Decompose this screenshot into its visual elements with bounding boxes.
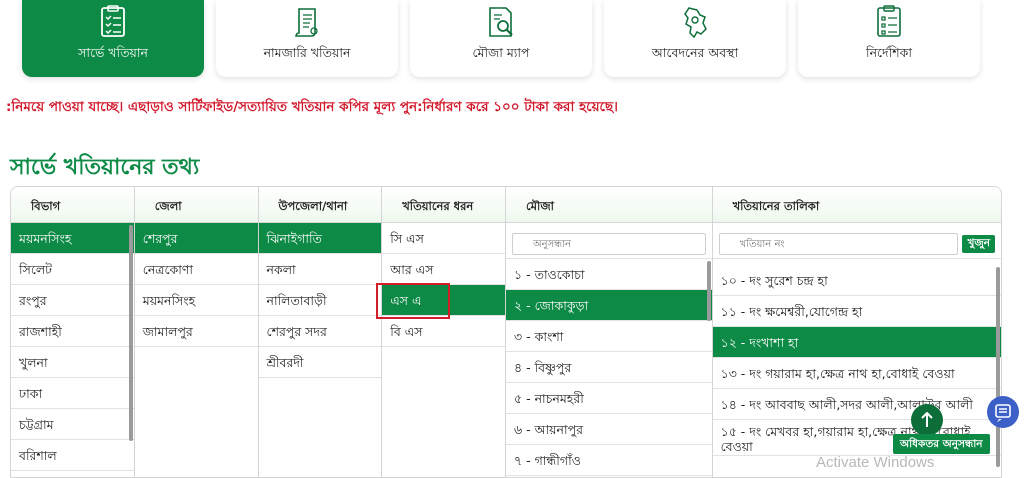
mouza-item[interactable]: ৭ - গান্ধীগাঁও: [506, 445, 712, 476]
khatian-list-header: খতিয়ানের তালিকা: [712, 187, 1001, 223]
mouza-item[interactable]: ৩ - কাংশা: [506, 321, 712, 352]
khatian-item[interactable]: ১৪ - দং আববাছ আলী,সদর আলী,আলাউর আলী: [712, 389, 1001, 420]
division-item[interactable]: রংপুর: [11, 285, 134, 316]
mouza-list[interactable]: ১ - তাওকোচা ২ - জোকাকুড়া ৩ - কাংশা ৪ - …: [506, 259, 712, 477]
mouza-search-bar: [506, 223, 712, 259]
survey-record-icon: [101, 5, 125, 37]
khatian-search-button[interactable]: খুজুন: [962, 235, 995, 253]
khatian-type-item[interactable]: এস এ: [382, 285, 505, 316]
mouza-header: মৌজা: [506, 187, 712, 223]
mouza-scrollbar[interactable]: [706, 261, 711, 321]
division-list[interactable]: ময়মনসিংহ সিলেট রংপুর রাজশাহী খুলনা ঢাকা…: [11, 223, 134, 477]
khatian-type-item[interactable]: আর এস: [382, 254, 505, 285]
mouza-item[interactable]: ২ - জোকাকুড়া: [506, 290, 712, 321]
upazila-list[interactable]: ঝিনাইগাতি নকলা নালিতাবাড়ী শেরপুর সদর শ্…: [258, 223, 382, 477]
division-item[interactable]: সিলেট: [11, 254, 134, 285]
scroll-document-icon: [295, 8, 318, 37]
mouza-item[interactable]: ৬ - আয়নাপুর: [506, 414, 712, 445]
khatian-item[interactable]: ১৩ - দং গয়ারাম হা,ক্ষেত্র নাথ হা,বোধাই …: [712, 358, 1001, 389]
advanced-search-button[interactable]: অধিকতর অনুসন্ধান: [893, 434, 990, 454]
khatian-scrollbar[interactable]: [996, 267, 1000, 467]
mouza-search-input[interactable]: [512, 233, 706, 255]
region-map-icon: [684, 7, 707, 39]
checklist-icon: [877, 5, 901, 37]
chat-button[interactable]: [987, 396, 1019, 428]
map-search-icon: [489, 7, 513, 37]
tile-label: মৌজা ম্যাপ: [472, 45, 530, 60]
division-column: বিভাগ ময়মনসিংহ সিলেট রংপুর রাজশাহী খুলন…: [11, 187, 135, 477]
upazila-item[interactable]: শ্রীবরদী: [258, 347, 382, 378]
khatian-search-field: [718, 233, 959, 255]
khatian-number-input[interactable]: [718, 233, 959, 255]
khatian-type-column: খতিয়ানের ধরন সি এস আর এস এস এ বি এস: [382, 187, 506, 477]
division-item[interactable]: বরিশাল: [11, 440, 134, 471]
khatian-search-bar: খুজুন: [712, 223, 1001, 259]
tile-label: নির্দেশিকা: [866, 45, 912, 60]
division-item[interactable]: ঢাকা: [11, 378, 134, 409]
khatian-item[interactable]: ১০ - দং সুরেশ চন্দ্র হা: [712, 265, 1001, 296]
division-item[interactable]: চট্টগ্রাম: [11, 409, 134, 440]
upazila-item[interactable]: ঝিনাইগাতি: [258, 223, 382, 254]
khatian-type-list[interactable]: সি এস আর এস এস এ বি এস: [382, 223, 505, 477]
tile-survey-khatian[interactable]: সার্ভে খতিয়ান: [22, 0, 204, 77]
division-scrollbar[interactable]: [128, 225, 133, 441]
district-column: জেলা শেরপুর নেত্রকোণা ময়মনসিংহ জামালপুর: [134, 187, 259, 477]
district-item[interactable]: নেত্রকোণা: [134, 254, 258, 285]
division-item[interactable]: ময়মনসিংহ: [11, 223, 134, 254]
tile-label: নামজারি খতিয়ান: [263, 45, 351, 60]
tile-namjari-khatian[interactable]: নামজারি খতিয়ান: [216, 0, 398, 77]
mouza-column: মৌজা ১ - তাওকোচা ২ - জোকাকুড়া ৩ - কাংশা…: [506, 187, 713, 477]
arrow-up-icon: [921, 411, 933, 427]
tile-label: সার্ভে খতিয়ান: [78, 45, 148, 60]
division-header: বিভাগ: [11, 187, 134, 223]
mouza-search-field: [512, 233, 706, 255]
district-item[interactable]: জামালপুর: [134, 316, 258, 347]
district-list[interactable]: শেরপুর নেত্রকোণা ময়মনসিংহ জামালপুর: [134, 223, 258, 477]
service-tiles: সার্ভে খতিয়ান নামজারি খতিয়ান মৌজা ম্যা…: [22, 0, 980, 77]
district-item[interactable]: ময়মনসিংহ: [134, 285, 258, 316]
mouza-item[interactable]: ১ - তাওকোচা: [506, 259, 712, 290]
khatian-item[interactable]: ১১ - দং ক্ষমেশ্বরী,যোগেন্দ্র হা: [712, 296, 1001, 327]
division-item[interactable]: রাজশাহী: [11, 316, 134, 347]
activate-windows-watermark: Activate Windows: [816, 454, 935, 471]
tile-mouza-map[interactable]: মৌজা ম্যাপ: [410, 0, 592, 77]
district-item[interactable]: শেরপুর: [134, 223, 258, 254]
khatian-selector-grid: বিভাগ ময়মনসিংহ সিলেট রংপুর রাজশাহী খুলন…: [10, 186, 1002, 478]
mouza-item[interactable]: ৫ - নাচনমহরী: [506, 383, 712, 414]
upazila-item[interactable]: নালিতাবাড়ী: [258, 285, 382, 316]
chat-icon: [995, 404, 1011, 422]
khatian-item[interactable]: ১২ - দংখাশা হা: [712, 327, 1001, 358]
notice-banner: :নিময়ে পাওয়া যাচ্ছে। এছাড়াও সার্টিফাই…: [6, 99, 618, 115]
district-header: জেলা: [134, 187, 258, 223]
mouza-item[interactable]: ৪ - বিষ্ণুপুর: [506, 352, 712, 383]
khatian-type-item[interactable]: বি এস: [382, 316, 505, 347]
upazila-column: উপজেলা/থানা ঝিনাইগাতি নকলা নালিতাবাড়ী শ…: [258, 187, 383, 477]
upazila-header: উপজেলা/থানা: [258, 187, 382, 223]
scroll-to-top-button[interactable]: [911, 404, 943, 436]
division-item[interactable]: খুলনা: [11, 347, 134, 378]
khatian-type-header: খতিয়ানের ধরন: [382, 187, 505, 223]
upazila-item[interactable]: শেরপুর সদর: [258, 316, 382, 347]
tile-label: আবেদনের অবস্থা: [651, 45, 739, 60]
section-title: সার্ভে খতিয়ানের তথ্য: [10, 155, 200, 180]
tile-application-status[interactable]: আবেদনের অবস্থা: [604, 0, 786, 77]
khatian-type-item[interactable]: সি এস: [382, 223, 505, 254]
tile-guideline[interactable]: নির্দেশিকা: [798, 0, 980, 77]
upazila-item[interactable]: নকলা: [258, 254, 382, 285]
